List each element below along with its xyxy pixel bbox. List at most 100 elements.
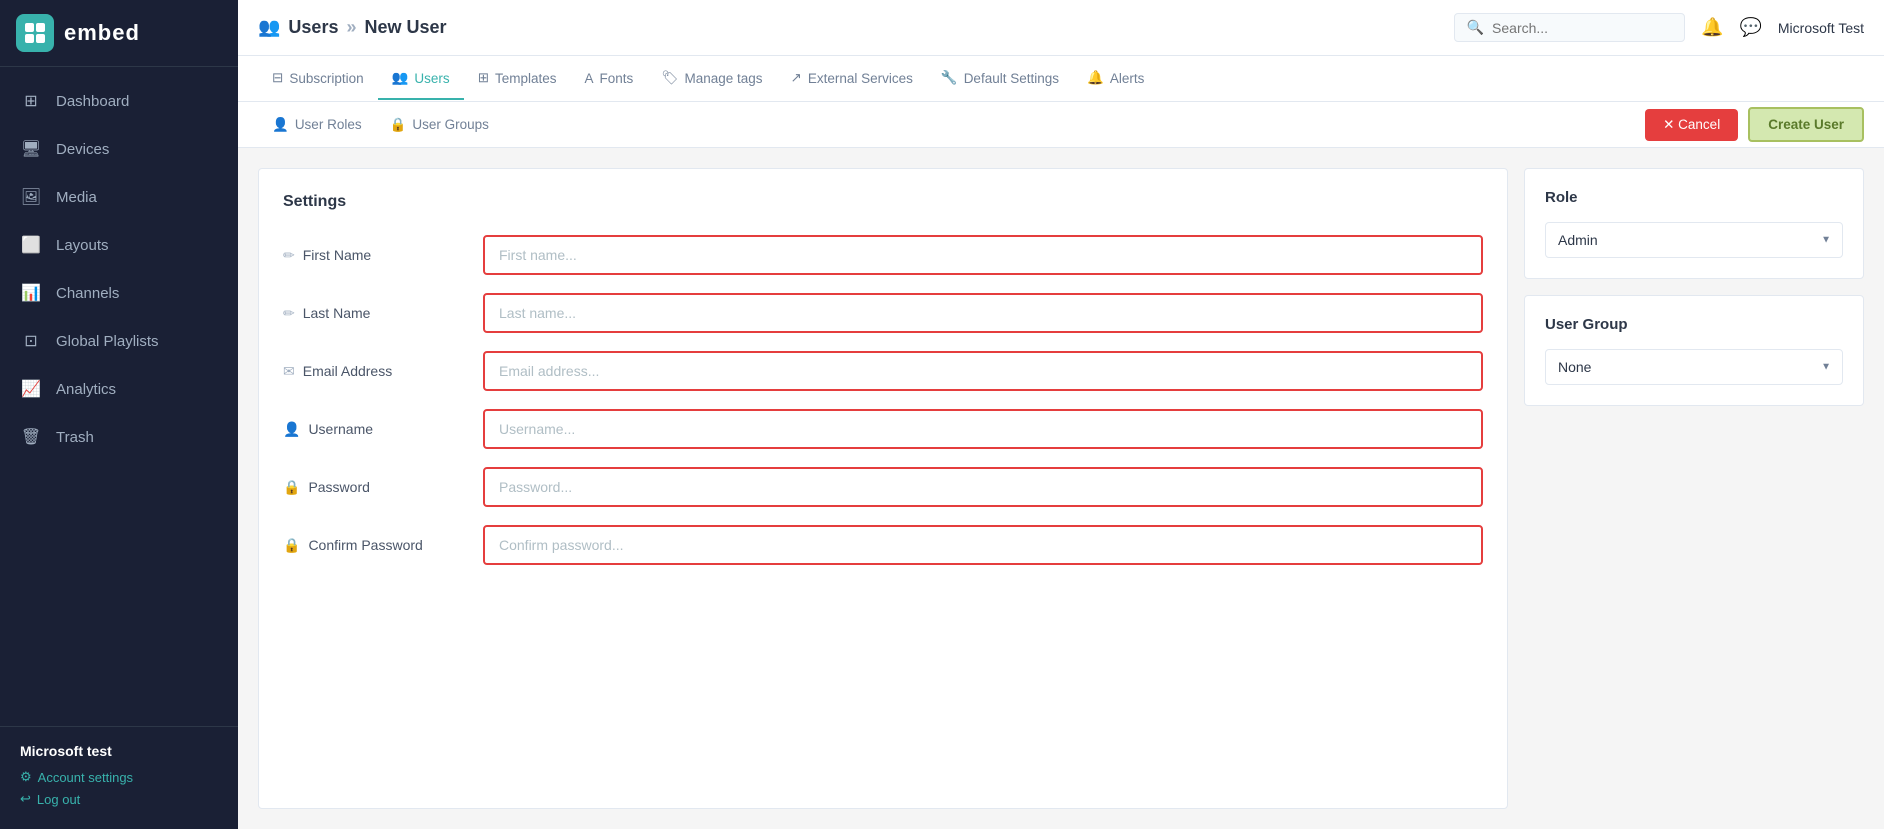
sidebar-item-label: Channels <box>56 285 119 302</box>
tab-alerts[interactable]: 🔔 Alerts <box>1073 58 1158 100</box>
user-group-card: User Group None Group A Group B <box>1524 295 1864 406</box>
sidebar-item-label: Dashboard <box>56 93 129 110</box>
cancel-button[interactable]: ✕ Cancel <box>1645 109 1738 141</box>
layouts-icon: ⬜ <box>20 234 42 256</box>
header-title: 👥 Users » New User <box>258 17 1454 38</box>
settings-icon: ⚙ <box>20 769 32 785</box>
account-settings-label: Account settings <box>38 770 133 785</box>
tab-templates[interactable]: ⊞ Templates <box>464 58 571 100</box>
sidebar-item-label: Layouts <box>56 237 109 254</box>
first-name-icon: ✏ <box>283 247 295 264</box>
sub-navigation: 👤 User Roles 🔒 User Groups ✕ Cancel Crea… <box>238 102 1884 148</box>
sidebar-item-channels[interactable]: 📊 Channels <box>0 269 238 317</box>
media-icon: 🖼 <box>20 186 42 208</box>
tab-manage-tags-label: Manage tags <box>684 71 762 86</box>
first-name-row: ✏ First Name <box>283 235 1483 275</box>
confirm-password-input[interactable] <box>483 525 1483 565</box>
header-new-user-text: New User <box>364 17 446 38</box>
username-icon: 👤 <box>283 421 300 438</box>
role-select[interactable]: Admin Editor Viewer <box>1545 222 1843 258</box>
tab-alerts-label: Alerts <box>1110 71 1145 86</box>
sidebar-item-label: Devices <box>56 141 109 158</box>
user-groups-icon: 🔒 <box>390 117 407 133</box>
dashboard-icon: ⊞ <box>20 90 42 112</box>
header-username: Microsoft Test <box>1778 20 1864 36</box>
search-icon: 🔍 <box>1467 19 1484 36</box>
tab-users-icon: 👥 <box>392 70 409 86</box>
create-user-button[interactable]: Create User <box>1748 107 1864 142</box>
tab-fonts[interactable]: A Fonts <box>571 59 648 100</box>
logout-link[interactable]: ↩ Log out <box>20 791 218 807</box>
sidebar-item-trash[interactable]: 🗑 Trash <box>0 413 238 461</box>
last-name-row: ✏ Last Name <box>283 293 1483 333</box>
sidebar-item-label: Global Playlists <box>56 333 159 350</box>
tab-subscription-label: Subscription <box>289 71 363 86</box>
tab-fonts-label: Fonts <box>600 71 634 86</box>
email-input[interactable] <box>483 351 1483 391</box>
global-playlists-icon: ⊡ <box>20 330 42 352</box>
main-content: 👥 Users » New User 🔍 🔔 💬 Microsoft Test … <box>238 0 1884 829</box>
sidebar-item-label: Trash <box>56 429 94 446</box>
logout-label: Log out <box>37 792 80 807</box>
chat-icon[interactable]: 💬 <box>1739 17 1761 38</box>
user-group-select[interactable]: None Group A Group B <box>1545 349 1843 385</box>
external-services-icon: ↗ <box>791 70 802 86</box>
sidebar-item-analytics[interactable]: 📈 Analytics <box>0 365 238 413</box>
role-panel: Role Admin Editor Viewer User Group None… <box>1524 168 1864 809</box>
fonts-icon: A <box>585 71 594 86</box>
sidebar-item-layouts[interactable]: ⬜ Layouts <box>0 221 238 269</box>
search-input[interactable] <box>1492 20 1672 36</box>
password-input[interactable] <box>483 467 1483 507</box>
tab-users-label: Users <box>414 71 449 86</box>
username-input[interactable] <box>483 409 1483 449</box>
last-name-label: ✏ Last Name <box>283 305 483 322</box>
confirm-password-icon: 🔒 <box>283 537 300 554</box>
tags-icon: 🏷 <box>661 70 678 86</box>
sidebar-nav: ⊞ Dashboard 🖥 Devices 🖼 Media ⬜ Layouts … <box>0 67 238 726</box>
users-icon: 👥 <box>258 17 280 38</box>
search-bar: 🔍 <box>1454 13 1685 42</box>
user-roles-icon: 👤 <box>272 117 289 133</box>
tab-templates-label: Templates <box>495 71 557 86</box>
content-area: Settings ✏ First Name ✏ Last Name <box>238 148 1884 829</box>
settings-panel: Settings ✏ First Name ✏ Last Name <box>258 168 1508 809</box>
tab-subscription[interactable]: ⊟ Subscription <box>258 58 378 100</box>
role-card: Role Admin Editor Viewer <box>1524 168 1864 279</box>
last-name-input[interactable] <box>483 293 1483 333</box>
user-group-select-wrapper: None Group A Group B <box>1545 349 1843 385</box>
sub-nav-user-groups[interactable]: 🔒 User Groups <box>376 105 503 145</box>
role-select-wrapper: Admin Editor Viewer <box>1545 222 1843 258</box>
sub-nav-user-roles[interactable]: 👤 User Roles <box>258 105 376 145</box>
sidebar-item-media[interactable]: 🖼 Media <box>0 173 238 221</box>
header: 👥 Users » New User 🔍 🔔 💬 Microsoft Test <box>238 0 1884 56</box>
tab-users[interactable]: 👥 Users <box>378 58 464 100</box>
tab-default-settings[interactable]: 🔧 Default Settings <box>927 58 1073 100</box>
header-user: Microsoft Test <box>1778 20 1864 36</box>
account-settings-link[interactable]: ⚙ Account settings <box>20 769 218 785</box>
first-name-label: ✏ First Name <box>283 247 483 264</box>
first-name-input[interactable] <box>483 235 1483 275</box>
sidebar: embed ⊞ Dashboard 🖥 Devices 🖼 Media ⬜ La… <box>0 0 238 829</box>
email-row: ✉ Email Address <box>283 351 1483 391</box>
tab-manage-tags[interactable]: 🏷 Manage tags <box>647 58 776 100</box>
logout-icon: ↩ <box>20 791 31 807</box>
notification-icon[interactable]: 🔔 <box>1701 17 1723 38</box>
email-icon: ✉ <box>283 363 295 380</box>
tab-external-services-label: External Services <box>808 71 913 86</box>
logo-text: embed <box>64 20 140 46</box>
tab-external-services[interactable]: ↗ External Services <box>777 58 927 100</box>
sidebar-item-global-playlists[interactable]: ⊡ Global Playlists <box>0 317 238 365</box>
sidebar-item-devices[interactable]: 🖥 Devices <box>0 125 238 173</box>
sidebar-footer: Microsoft test ⚙ Account settings ↩ Log … <box>0 726 238 829</box>
logo-icon <box>16 14 54 52</box>
sidebar-item-dashboard[interactable]: ⊞ Dashboard <box>0 77 238 125</box>
username-row: 👤 Username <box>283 409 1483 449</box>
sub-nav-user-roles-label: User Roles <box>295 117 362 132</box>
tab-default-settings-label: Default Settings <box>964 71 1059 86</box>
sub-nav-right: ✕ Cancel Create User <box>1645 107 1864 142</box>
trash-icon: 🗑 <box>20 426 42 448</box>
analytics-icon: 📈 <box>20 378 42 400</box>
sidebar-username: Microsoft test <box>20 743 218 759</box>
username-label: 👤 Username <box>283 421 483 438</box>
sidebar-item-label: Media <box>56 189 97 206</box>
